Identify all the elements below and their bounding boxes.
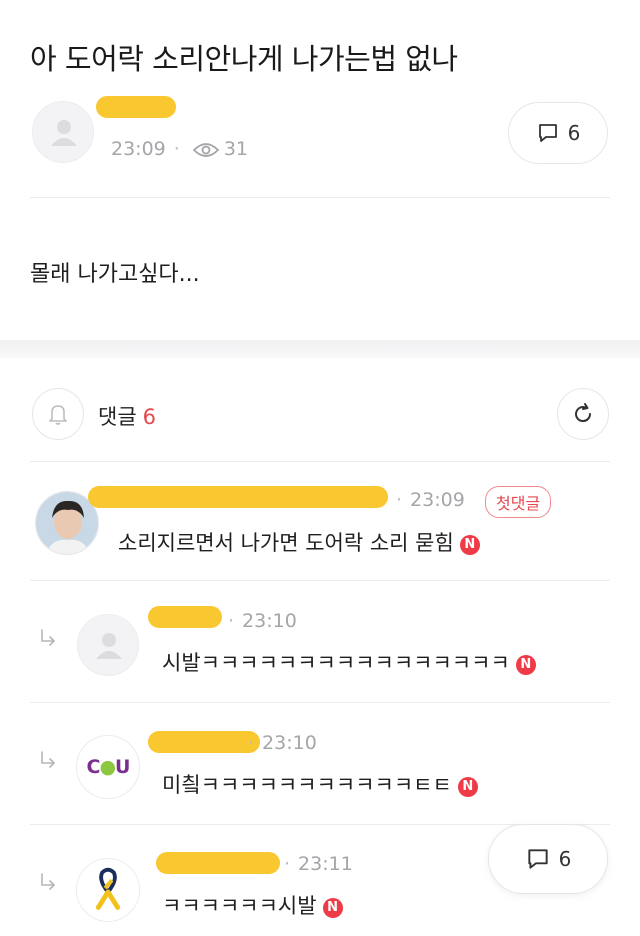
- post-title: 아 도어락 소리안나게 나가는법 없나: [30, 42, 458, 76]
- user-silhouette-icon: [51, 120, 77, 146]
- divider: [30, 702, 610, 703]
- comment-body: ㅋㅋㅋㅋㅋㅋ시발: [162, 894, 317, 918]
- new-badge: N: [515, 655, 536, 675]
- new-badge: N: [322, 898, 343, 918]
- commenter-ribbon-avatar[interactable]: [76, 858, 140, 922]
- commenter-avatar[interactable]: [77, 614, 139, 676]
- section-separator: [0, 340, 640, 358]
- redacted-author-name: [96, 96, 176, 118]
- post-body: 몰래 나가고싶다...: [30, 262, 200, 287]
- comment-time: 23:11: [298, 853, 353, 875]
- comment-meta: · 23:09: [396, 489, 465, 511]
- meta-separator: ·: [396, 489, 403, 511]
- meta-separator: ·: [173, 138, 180, 160]
- first-comment-badge: 첫댓글: [485, 486, 552, 518]
- reply-arrow-icon: [41, 629, 55, 646]
- cu-logo: C●U: [86, 756, 131, 778]
- floating-comment-button[interactable]: 6: [488, 824, 608, 894]
- comments-label: 댓글: [98, 405, 137, 429]
- divider: [30, 461, 610, 462]
- notification-button[interactable]: [32, 388, 84, 440]
- comment-meta: · 23:10: [248, 732, 317, 754]
- post-views: 31: [223, 138, 248, 160]
- refresh-button[interactable]: [557, 388, 609, 440]
- post-time: 23:09: [111, 138, 166, 160]
- comment-time: 23:10: [242, 610, 297, 632]
- comment-body: 소리지르면서 나가면 도어락 소리 묻힘: [118, 531, 454, 555]
- new-badge: N: [459, 535, 480, 555]
- speech-bubble-icon: [538, 124, 557, 142]
- redacted-author-name: [148, 731, 260, 753]
- reply-arrow-icon: [41, 751, 55, 768]
- floating-comment-count: 6: [558, 847, 572, 871]
- author-avatar[interactable]: [32, 101, 94, 163]
- redacted-author-name: [148, 606, 222, 628]
- post-meta: 23:09 · 31: [111, 138, 248, 160]
- comment-text: ㅋㅋㅋㅋㅋㅋ시발 N: [162, 890, 343, 920]
- comment-count-button[interactable]: 6: [508, 102, 608, 164]
- meta-separator: ·: [248, 732, 255, 754]
- redacted-author-name: [88, 486, 388, 508]
- meta-separator: ·: [228, 610, 235, 632]
- comments-header: 댓글 6: [98, 401, 156, 431]
- comment-time: 23:09: [410, 489, 465, 511]
- redacted-author-name: [156, 852, 280, 874]
- divider: [30, 580, 610, 581]
- comment-time: 23:10: [262, 732, 317, 754]
- bell-icon: [49, 405, 67, 425]
- new-badge: N: [457, 777, 478, 797]
- comments-count: 6: [142, 405, 157, 429]
- comment-text: 미칔ㅋㅋㅋㅋㅋㅋㅋㅋㅋㅋㅋㅌㅌ N: [162, 769, 478, 799]
- reply-arrow-icon: [41, 873, 55, 890]
- comment-body: 시발ㅋㅋㅋㅋㅋㅋㅋㅋㅋㅋㅋㅋㅋㅋㅋㅋ: [162, 651, 510, 675]
- user-silhouette-icon: [96, 633, 122, 659]
- commenter-logo-avatar[interactable]: C●U: [76, 735, 140, 799]
- comment-text: 시발ㅋㅋㅋㅋㅋㅋㅋㅋㅋㅋㅋㅋㅋㅋㅋㅋ N: [162, 647, 536, 677]
- divider: [30, 197, 610, 198]
- refresh-icon: [575, 403, 592, 423]
- ribbon-icon: [77, 859, 139, 921]
- eye-icon: [192, 142, 220, 157]
- meta-separator: ·: [284, 853, 291, 875]
- comment-text: 소리지르면서 나가면 도어락 소리 묻힘 N: [118, 527, 480, 557]
- comment-body: 미칔ㅋㅋㅋㅋㅋㅋㅋㅋㅋㅋㅋㅌㅌ: [162, 773, 452, 797]
- speech-bubble-icon: [527, 849, 548, 869]
- comment-meta: · 23:11: [284, 853, 353, 875]
- comment-meta: · 23:10: [228, 610, 297, 632]
- comment-count: 6: [567, 121, 581, 145]
